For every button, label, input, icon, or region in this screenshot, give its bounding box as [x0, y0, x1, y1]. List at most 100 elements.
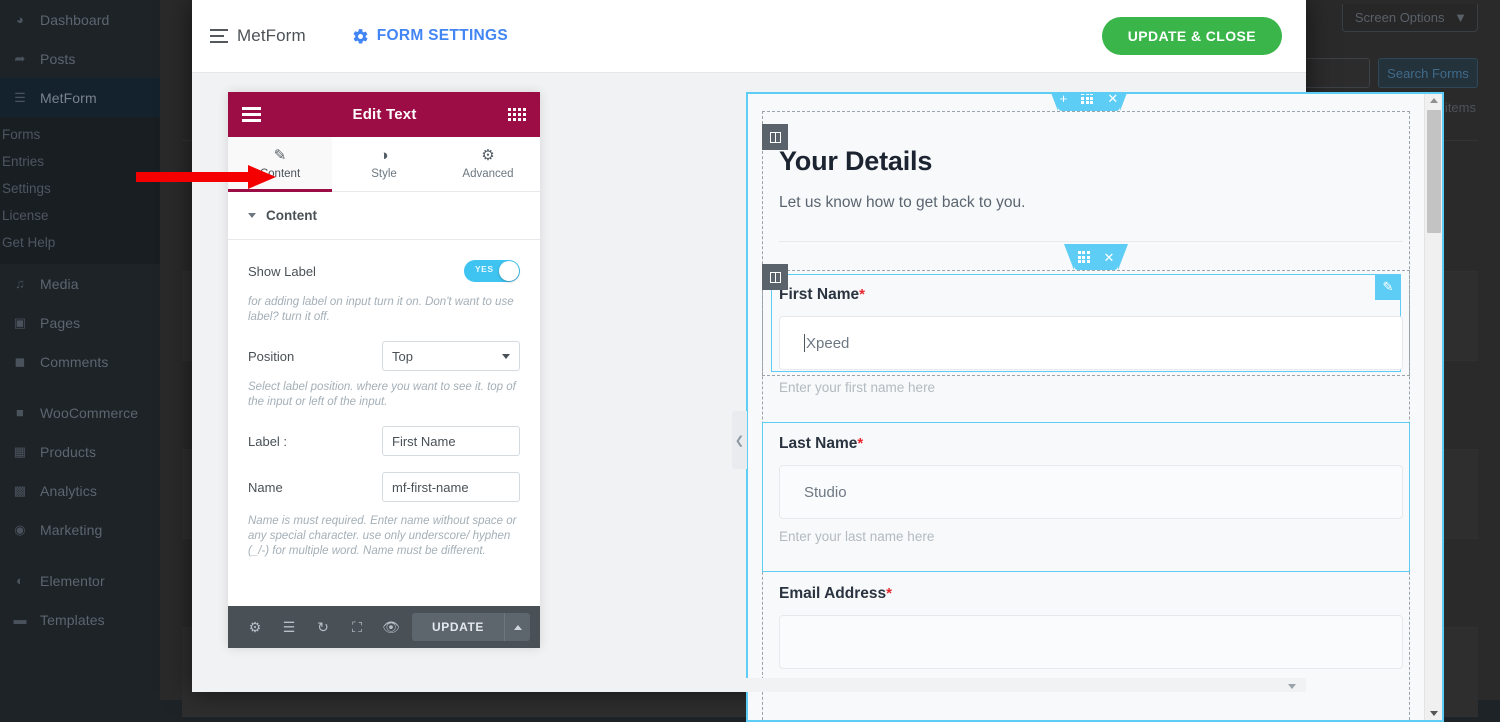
modal-header: MetForm FORM SETTINGS UPDATE & CLOSE [192, 0, 1306, 73]
update-and-close-button[interactable]: UPDATE & CLOSE [1102, 17, 1282, 55]
drag-dots-icon[interactable] [1078, 251, 1090, 263]
close-icon[interactable]: ✕ [1104, 251, 1115, 264]
screen-options-button[interactable]: Screen Options ▼ [1342, 4, 1478, 32]
drag-dots-icon[interactable] [1081, 92, 1093, 104]
position-select[interactable]: Top [382, 341, 520, 371]
section-title: Content [266, 208, 317, 223]
sidebar-item-elementor[interactable]: ◐ Elementor [0, 561, 160, 600]
update-options-arrow[interactable] [504, 613, 530, 641]
name-text-input[interactable]: mf-first-name [382, 472, 520, 502]
form-preview-canvas: + ✕ Your Details Let us know how to get … [746, 92, 1444, 722]
sidebar-item-marketing[interactable]: ◉ Marketing [0, 510, 160, 549]
position-description: Select label position. where you want to… [248, 380, 520, 410]
sidebar-item-dashboard[interactable]: ◕ Dashboard [0, 0, 160, 39]
required-asterisk: * [857, 435, 863, 452]
submenu-item-license[interactable]: License [0, 202, 160, 229]
sidebar-item-products[interactable]: ▦ Products [0, 432, 160, 471]
sidebar-item-label: Pages [40, 315, 80, 331]
sidebar-item-posts[interactable]: ➦ Posts [0, 39, 160, 78]
sidebar-item-label: Comments [40, 354, 108, 370]
sidebar-item-label: Templates [40, 612, 105, 628]
scrollbar-thumb[interactable] [1427, 110, 1441, 233]
sidebar-item-label: Dashboard [40, 12, 109, 28]
field-last-name: Last Name* Studio Enter your last name h… [779, 435, 1403, 544]
responsive-mode-icon[interactable]: ⛶ [340, 606, 374, 648]
edit-widget-badge[interactable]: ✎ [1375, 274, 1401, 300]
sidebar-item-label: Products [40, 444, 96, 460]
form-settings-button[interactable]: FORM SETTINGS [352, 27, 508, 45]
sidebar-item-media[interactable]: ♫ Media [0, 264, 160, 303]
layers-navigator-icon[interactable]: ☰ [272, 606, 306, 648]
control-label: Show Label [248, 264, 316, 279]
column-icon[interactable] [762, 124, 788, 150]
form-subheading: Let us know how to get back to you. [779, 194, 1025, 212]
required-asterisk: * [859, 286, 865, 303]
pencil-icon: ✎ [1383, 279, 1394, 295]
annotation-arrow-icon [136, 164, 276, 190]
column-icon[interactable] [762, 264, 788, 290]
first-name-input[interactable]: Xpeed [779, 316, 1403, 370]
control-position: Position Top [248, 341, 520, 371]
settings-gear-icon[interactable]: ⚙ [238, 606, 272, 648]
sidebar-item-pages[interactable]: ▣ Pages [0, 303, 160, 342]
history-icon[interactable]: ↻ [306, 606, 340, 648]
control-label-field: Label : First Name [248, 426, 520, 456]
pin-icon: ➦ [10, 52, 30, 65]
field-label: Email Address* [779, 585, 1403, 603]
submenu-item-forms[interactable]: Forms [0, 121, 160, 148]
last-name-input[interactable]: Studio [779, 465, 1403, 519]
email-input[interactable] [779, 615, 1403, 669]
tab-label: Style [371, 168, 397, 180]
scroll-down-arrow-icon[interactable] [1430, 711, 1438, 716]
sidebar-item-woocommerce[interactable]: ■ WooCommerce [0, 393, 160, 432]
hamburger-icon[interactable] [242, 107, 261, 122]
plus-icon[interactable]: + [1060, 92, 1068, 105]
chevron-left-icon: ❮ [735, 434, 744, 447]
field-value: Studio [804, 484, 847, 501]
scroll-up-arrow-icon[interactable] [1430, 98, 1438, 103]
scroll-down-arrow-icon[interactable] [1288, 684, 1296, 689]
comments-icon: ◼ [10, 355, 30, 368]
form-settings-label: FORM SETTINGS [377, 27, 508, 45]
field-help-text: Enter your first name here [779, 380, 1403, 395]
sidebar-item-metform[interactable]: ☰ MetForm [0, 78, 160, 117]
sidebar-item-analytics[interactable]: ▩ Analytics [0, 471, 160, 510]
control-show-label: Show Label YES [248, 256, 520, 286]
preview-eye-icon[interactable]: 👁 [374, 606, 408, 648]
gear-icon: ⚙ [481, 148, 494, 163]
panel-collapse-handle[interactable]: ❮ [732, 411, 747, 469]
panel-title: Edit Text [352, 106, 416, 123]
wp-admin-sidebar: ◕ Dashboard ➦ Posts ☰ MetForm Forms Entr… [0, 0, 160, 700]
field-label-text: First Name [779, 286, 859, 303]
field-email-address: Email Address* [779, 585, 1403, 669]
preview-scrollbar[interactable] [1424, 94, 1442, 720]
modal-bottom-scroll-area[interactable] [192, 678, 1306, 692]
tab-style[interactable]: ◑ Style [332, 137, 436, 191]
products-icon: ▦ [10, 445, 30, 458]
sidebar-item-label: WooCommerce [40, 405, 138, 421]
pages-icon: ▣ [10, 316, 30, 329]
panel-controls: Show Label YES for adding label on input… [228, 240, 540, 648]
update-button-label: UPDATE [412, 620, 504, 634]
tab-advanced[interactable]: ⚙ Advanced [436, 137, 540, 191]
close-icon[interactable]: ✕ [1107, 92, 1118, 105]
templates-icon: ▬ [10, 613, 30, 626]
show-label-toggle[interactable]: YES [464, 260, 520, 282]
chevron-down-icon [502, 354, 510, 359]
toggle-value: YES [475, 264, 494, 274]
update-button[interactable]: UPDATE [412, 613, 530, 641]
content-section-header[interactable]: Content [228, 192, 540, 240]
submenu-item-get-help[interactable]: Get Help [0, 229, 160, 256]
sidebar-item-label: MetForm [40, 90, 97, 106]
modal-brand-title: MetForm [237, 26, 306, 46]
caret-up-icon [514, 625, 522, 630]
contrast-circle-icon: ◑ [379, 148, 388, 163]
sidebar-item-templates[interactable]: ▬ Templates [0, 600, 160, 639]
metform-submenu: Forms Entries Settings License Get Help [0, 117, 160, 264]
search-forms-button[interactable]: Search Forms [1378, 58, 1478, 88]
media-icon: ♫ [10, 277, 30, 290]
sidebar-item-comments[interactable]: ◼ Comments [0, 342, 160, 381]
label-text-input[interactable]: First Name [382, 426, 520, 456]
grid-apps-icon[interactable] [508, 108, 526, 121]
tab-label: Advanced [462, 168, 513, 180]
